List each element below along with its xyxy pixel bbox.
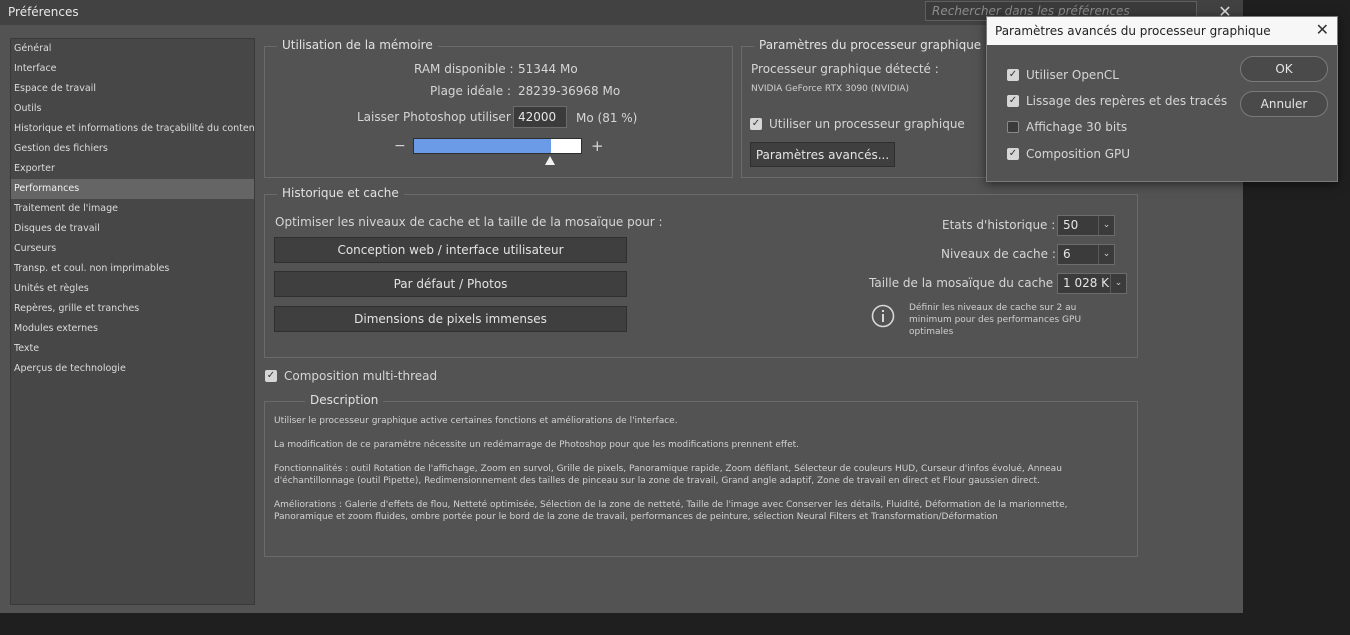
sidebar-item-tech-previews[interactable]: Aperçus de technologie	[11, 359, 254, 379]
chevron-down-icon: ⌄	[1110, 274, 1126, 293]
sidebar-item-export[interactable]: Exporter	[11, 159, 254, 179]
antialias-label: Lissage des repères et des tracés	[1026, 94, 1228, 108]
chevron-down-icon: ⌄	[1098, 245, 1114, 264]
description-paragraph: Fonctionnalités : outil Rotation de l'af…	[274, 464, 1062, 486]
opencl-checkbox[interactable]: ✓	[1007, 69, 1019, 81]
window-title: Préférences	[8, 5, 79, 19]
cache-info-text: Définir les niveaux de cache sur 2 au mi…	[909, 303, 1082, 337]
memory-slider-thumb[interactable]	[544, 156, 555, 165]
dialog-titlebar: Paramètres avancés du processeur graphiq…	[987, 17, 1337, 45]
sidebar: Général Interface Espace de travail Outi…	[10, 38, 255, 605]
cache-levels-label: Niveaux de cache :	[941, 247, 1056, 261]
sidebar-item-tools[interactable]: Outils	[11, 99, 254, 119]
check-icon: ✓	[266, 370, 276, 381]
tile-size-select[interactable]: 1 028 K ⌄	[1057, 273, 1127, 294]
check-icon: ✓	[1008, 148, 1018, 159]
optimize-label: Optimiser les niveaux de cache et la tai…	[275, 215, 663, 229]
minus-button[interactable]: −	[394, 138, 406, 154]
preset-default-photos-button[interactable]: Par défaut / Photos	[274, 271, 627, 297]
antialias-checkbox[interactable]: ✓	[1007, 95, 1019, 107]
preset-web-ui-button[interactable]: Conception web / interface utilisateur	[274, 237, 627, 263]
ram-value: 51344 Mo	[518, 62, 578, 76]
range-value: 28239-36968 Mo	[518, 84, 621, 98]
allow-label: Laisser Photoshop utiliser :	[357, 110, 519, 124]
gpu-group-title: Paramètres du processeur graphique	[754, 38, 987, 52]
advanced-settings-button[interactable]: Paramètres avancés...	[750, 142, 895, 167]
sidebar-item-image-processing[interactable]: Traitement de l'image	[11, 199, 254, 219]
cache-group-title: Historique et cache	[277, 186, 404, 200]
preset-huge-pixels-button[interactable]: Dimensions de pixels immenses	[274, 306, 627, 332]
allow-suffix: Mo (81 %)	[576, 111, 638, 125]
check-icon: ✓	[1008, 95, 1018, 106]
sidebar-item-cursors[interactable]: Curseurs	[11, 239, 254, 259]
30bit-checkbox[interactable]	[1007, 121, 1019, 133]
cache-levels-value: 6	[1063, 247, 1071, 261]
description-paragraph: La modification de ce paramètre nécessit…	[274, 440, 799, 450]
ok-button[interactable]: OK	[1240, 56, 1328, 82]
description-paragraph: Utiliser le processeur graphique active …	[274, 416, 678, 426]
use-gpu-label: Utiliser un processeur graphique	[769, 117, 965, 131]
info-icon	[871, 304, 895, 328]
tile-size-value: 1 028 K	[1063, 276, 1110, 290]
multithread-label: Composition multi-thread	[284, 369, 438, 383]
sidebar-item-plugins[interactable]: Modules externes	[11, 319, 254, 339]
memory-slider[interactable]	[413, 138, 582, 154]
gpu-detected-label: Processeur graphique détecté :	[751, 62, 939, 76]
sidebar-item-file-handling[interactable]: Gestion des fichiers	[11, 139, 254, 159]
cache-levels-select[interactable]: 6 ⌄	[1057, 244, 1115, 265]
sidebar-item-units[interactable]: Unités et règles	[11, 279, 254, 299]
history-states-select[interactable]: 50 ⌄	[1057, 215, 1115, 236]
sidebar-item-general[interactable]: Général	[11, 39, 254, 59]
sidebar-item-performance[interactable]: Performances	[11, 179, 254, 199]
cancel-button[interactable]: Annuler	[1240, 91, 1328, 117]
ram-label: RAM disponible :	[414, 62, 514, 76]
history-states-label: Etats d'historique :	[942, 218, 1056, 232]
memory-slider-fill	[414, 139, 551, 153]
check-icon: ✓	[751, 118, 761, 129]
sidebar-item-history[interactable]: Historique et informations de traçabilit…	[11, 119, 254, 139]
gpu-compositing-label: Composition GPU	[1026, 147, 1131, 161]
chevron-down-icon: ⌄	[1098, 216, 1114, 235]
description-title: Description	[305, 393, 384, 407]
multithread-checkbox[interactable]: ✓	[265, 370, 277, 382]
check-icon: ✓	[1008, 69, 1018, 80]
dialog-title: Paramètres avancés du processeur graphiq…	[995, 24, 1271, 38]
history-states-value: 50	[1063, 218, 1079, 232]
range-label: Plage idéale :	[430, 84, 511, 98]
use-gpu-checkbox[interactable]: ✓	[750, 118, 762, 130]
sidebar-item-guides[interactable]: Repères, grille et tranches	[11, 299, 254, 319]
memory-group-title: Utilisation de la mémoire	[277, 38, 438, 52]
sidebar-item-scratch-disks[interactable]: Disques de travail	[11, 219, 254, 239]
gpu-compositing-checkbox[interactable]: ✓	[1007, 148, 1019, 160]
plus-button[interactable]: +	[591, 137, 604, 155]
close-icon[interactable]: ✕	[1316, 21, 1329, 39]
description-body: Utiliser le processeur graphique active …	[274, 415, 1094, 523]
sidebar-item-workspace[interactable]: Espace de travail	[11, 79, 254, 99]
sidebar-item-interface[interactable]: Interface	[11, 59, 254, 79]
advanced-gpu-dialog: Paramètres avancés du processeur graphiq…	[986, 16, 1338, 182]
gpu-detected-value: NVIDIA GeForce RTX 3090 (NVIDIA)	[751, 84, 910, 94]
memory-input[interactable]	[513, 106, 567, 128]
opencl-label: Utiliser OpenCL	[1026, 68, 1119, 82]
tile-size-label: Taille de la mosaïque du cache :	[869, 276, 1062, 290]
description-paragraph: Améliorations : Galerie d'effets de flou…	[274, 500, 1068, 522]
sidebar-item-type[interactable]: Texte	[11, 339, 254, 359]
sidebar-item-transparency[interactable]: Transp. et coul. non imprimables	[11, 259, 254, 279]
30bit-label: Affichage 30 bits	[1026, 120, 1128, 134]
